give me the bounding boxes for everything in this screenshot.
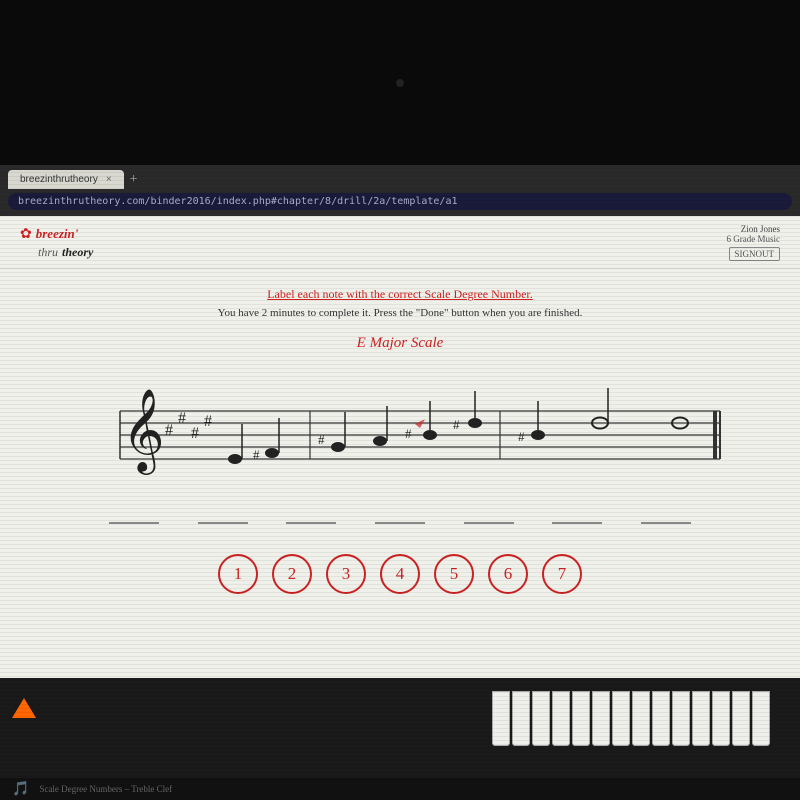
white-key (572, 691, 590, 746)
user-section: Zion Jones 6 Grade Music SIGNOUT (727, 224, 781, 262)
blank-7[interactable] (641, 506, 691, 524)
num-btn-2[interactable]: 2 (272, 554, 312, 594)
footer-text: Scale Degree Numbers – Treble Clef (39, 784, 172, 794)
bottom-bar: 🎵 Scale Degree Numbers – Treble Clef (0, 778, 800, 800)
white-key (552, 691, 570, 746)
svg-text:#: # (405, 426, 412, 441)
svg-text:#: # (191, 425, 199, 442)
num-btn-4[interactable]: 4 (380, 554, 420, 594)
white-key (532, 691, 550, 746)
camera-dot (396, 79, 404, 87)
piano-keys (492, 691, 770, 746)
top-bezel (0, 0, 800, 165)
keyboard-section (0, 678, 800, 778)
bottom-logo-icon: 🎵 (12, 781, 29, 798)
signout-button[interactable]: SIGNOUT (729, 247, 781, 261)
tab-bar: breezinthrutheory × + (0, 165, 800, 189)
white-key (712, 691, 730, 746)
blank-5[interactable] (464, 506, 514, 524)
logo-thru: thru (38, 245, 58, 259)
user-name: Zion Jones (727, 224, 781, 234)
instruction-title: Label each note with the correct Scale D… (267, 287, 533, 302)
white-key (652, 691, 670, 746)
browser-tab[interactable]: breezinthrutheory × (8, 170, 124, 189)
white-key (512, 691, 530, 746)
blank-6[interactable] (552, 506, 602, 524)
logo: ✿ breezin' thru theory (20, 226, 93, 261)
site-header: ✿ breezin' thru theory Zion Jones 6 Grad… (0, 216, 800, 269)
blank-4[interactable] (375, 506, 425, 524)
music-staff: 𝄞 # # # # # (60, 366, 740, 501)
scale-title: E Major Scale (357, 335, 444, 352)
num-btn-5[interactable]: 5 (434, 554, 474, 594)
white-key (612, 691, 630, 746)
white-key (752, 691, 770, 746)
num-btn-1[interactable]: 1 (218, 554, 258, 594)
num-btn-7[interactable]: 7 (542, 554, 582, 594)
white-key (592, 691, 610, 746)
tab-title: breezinthrutheory (20, 174, 98, 185)
svg-text:𝄞: 𝄞 (122, 389, 165, 475)
white-key (492, 691, 510, 746)
address-bar[interactable]: breezinthrutheory.com/binder2016/index.p… (8, 193, 792, 210)
num-btn-6[interactable]: 6 (488, 554, 528, 594)
user-grade: 6 Grade Music (727, 234, 781, 244)
num-btn-3[interactable]: 3 (326, 554, 366, 594)
white-key (692, 691, 710, 746)
white-key (672, 691, 690, 746)
blank-1[interactable] (109, 506, 159, 524)
logo-breezin: breezin' (36, 226, 79, 242)
instruction-subtitle: You have 2 minutes to complete it. Press… (218, 307, 583, 319)
tab-close-icon[interactable]: × (106, 174, 112, 185)
svg-text:#: # (253, 447, 260, 462)
logo-icon: ✿ (20, 226, 32, 243)
svg-text:#: # (318, 432, 325, 447)
svg-text:#: # (204, 413, 212, 430)
white-key (732, 691, 750, 746)
svg-text:#: # (453, 417, 460, 432)
svg-text:#: # (518, 429, 525, 444)
address-bar-row: breezinthrutheory.com/binder2016/index.p… (0, 189, 800, 216)
svg-text:#: # (165, 422, 173, 439)
number-buttons: 1 2 3 4 5 6 7 (218, 554, 582, 594)
white-key (632, 691, 650, 746)
answer-blanks (90, 506, 710, 524)
blank-3[interactable] (286, 506, 336, 524)
orange-triangle-icon (12, 698, 36, 718)
main-content: Label each note with the correct Scale D… (0, 269, 800, 678)
svg-text:#: # (178, 410, 186, 427)
new-tab-icon[interactable]: + (130, 172, 138, 188)
blank-2[interactable] (198, 506, 248, 524)
staff-svg: 𝄞 # # # # # (60, 366, 740, 496)
logo-theory: theory (62, 245, 93, 259)
